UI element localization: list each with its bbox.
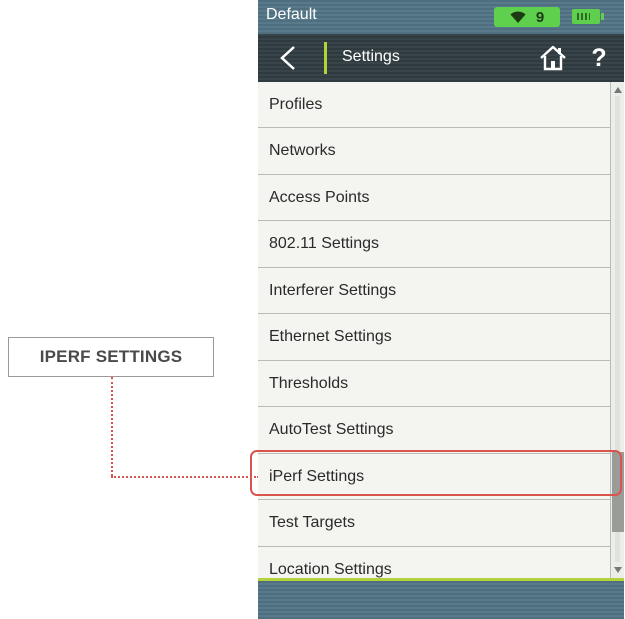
menu-item-ethernet-settings[interactable]: Ethernet Settings bbox=[258, 314, 610, 361]
device-screen: Default 9 Settings ? Profiles Networks A… bbox=[258, 0, 624, 619]
menu-item-profiles[interactable]: Profiles bbox=[258, 82, 610, 128]
menu-item-interferer-settings[interactable]: Interferer Settings bbox=[258, 268, 610, 315]
wifi-count: 9 bbox=[535, 8, 545, 26]
wifi-badge: 9 bbox=[494, 7, 560, 27]
wifi-icon bbox=[510, 11, 526, 23]
callout-connector-vertical bbox=[111, 377, 113, 476]
menu-item-thresholds[interactable]: Thresholds bbox=[258, 361, 610, 408]
status-bar: Default 9 bbox=[258, 0, 624, 34]
battery-icon bbox=[572, 9, 604, 24]
bottom-bar bbox=[258, 578, 624, 619]
menu-item-networks[interactable]: Networks bbox=[258, 128, 610, 175]
scrollbar[interactable] bbox=[610, 82, 624, 578]
menu-item-access-points[interactable]: Access Points bbox=[258, 175, 610, 222]
home-icon bbox=[540, 45, 566, 71]
menu-item-location-settings[interactable]: Location Settings bbox=[258, 547, 610, 578]
nav-bar: Settings ? bbox=[258, 34, 624, 82]
chevron-left-icon bbox=[280, 46, 295, 70]
scroll-thumb[interactable] bbox=[612, 452, 624, 532]
settings-menu-list: Profiles Networks Access Points 802.11 S… bbox=[258, 82, 610, 578]
menu-item-iperf-settings[interactable]: iPerf Settings bbox=[258, 454, 610, 501]
home-button[interactable] bbox=[536, 42, 570, 74]
menu-item-80211-settings[interactable]: 802.11 Settings bbox=[258, 221, 610, 268]
scroll-down-icon[interactable] bbox=[614, 567, 622, 573]
menu-item-test-targets[interactable]: Test Targets bbox=[258, 500, 610, 547]
help-button[interactable]: ? bbox=[584, 42, 614, 74]
callout-connector-horizontal bbox=[111, 476, 259, 478]
scroll-up-icon[interactable] bbox=[614, 87, 622, 93]
back-button[interactable] bbox=[270, 40, 306, 76]
menu-item-autotest-settings[interactable]: AutoTest Settings bbox=[258, 407, 610, 454]
profile-name: Default bbox=[266, 6, 317, 23]
callout-label: IPERF SETTINGS bbox=[8, 337, 214, 377]
page-title: Settings bbox=[342, 48, 400, 65]
nav-divider bbox=[324, 42, 327, 74]
